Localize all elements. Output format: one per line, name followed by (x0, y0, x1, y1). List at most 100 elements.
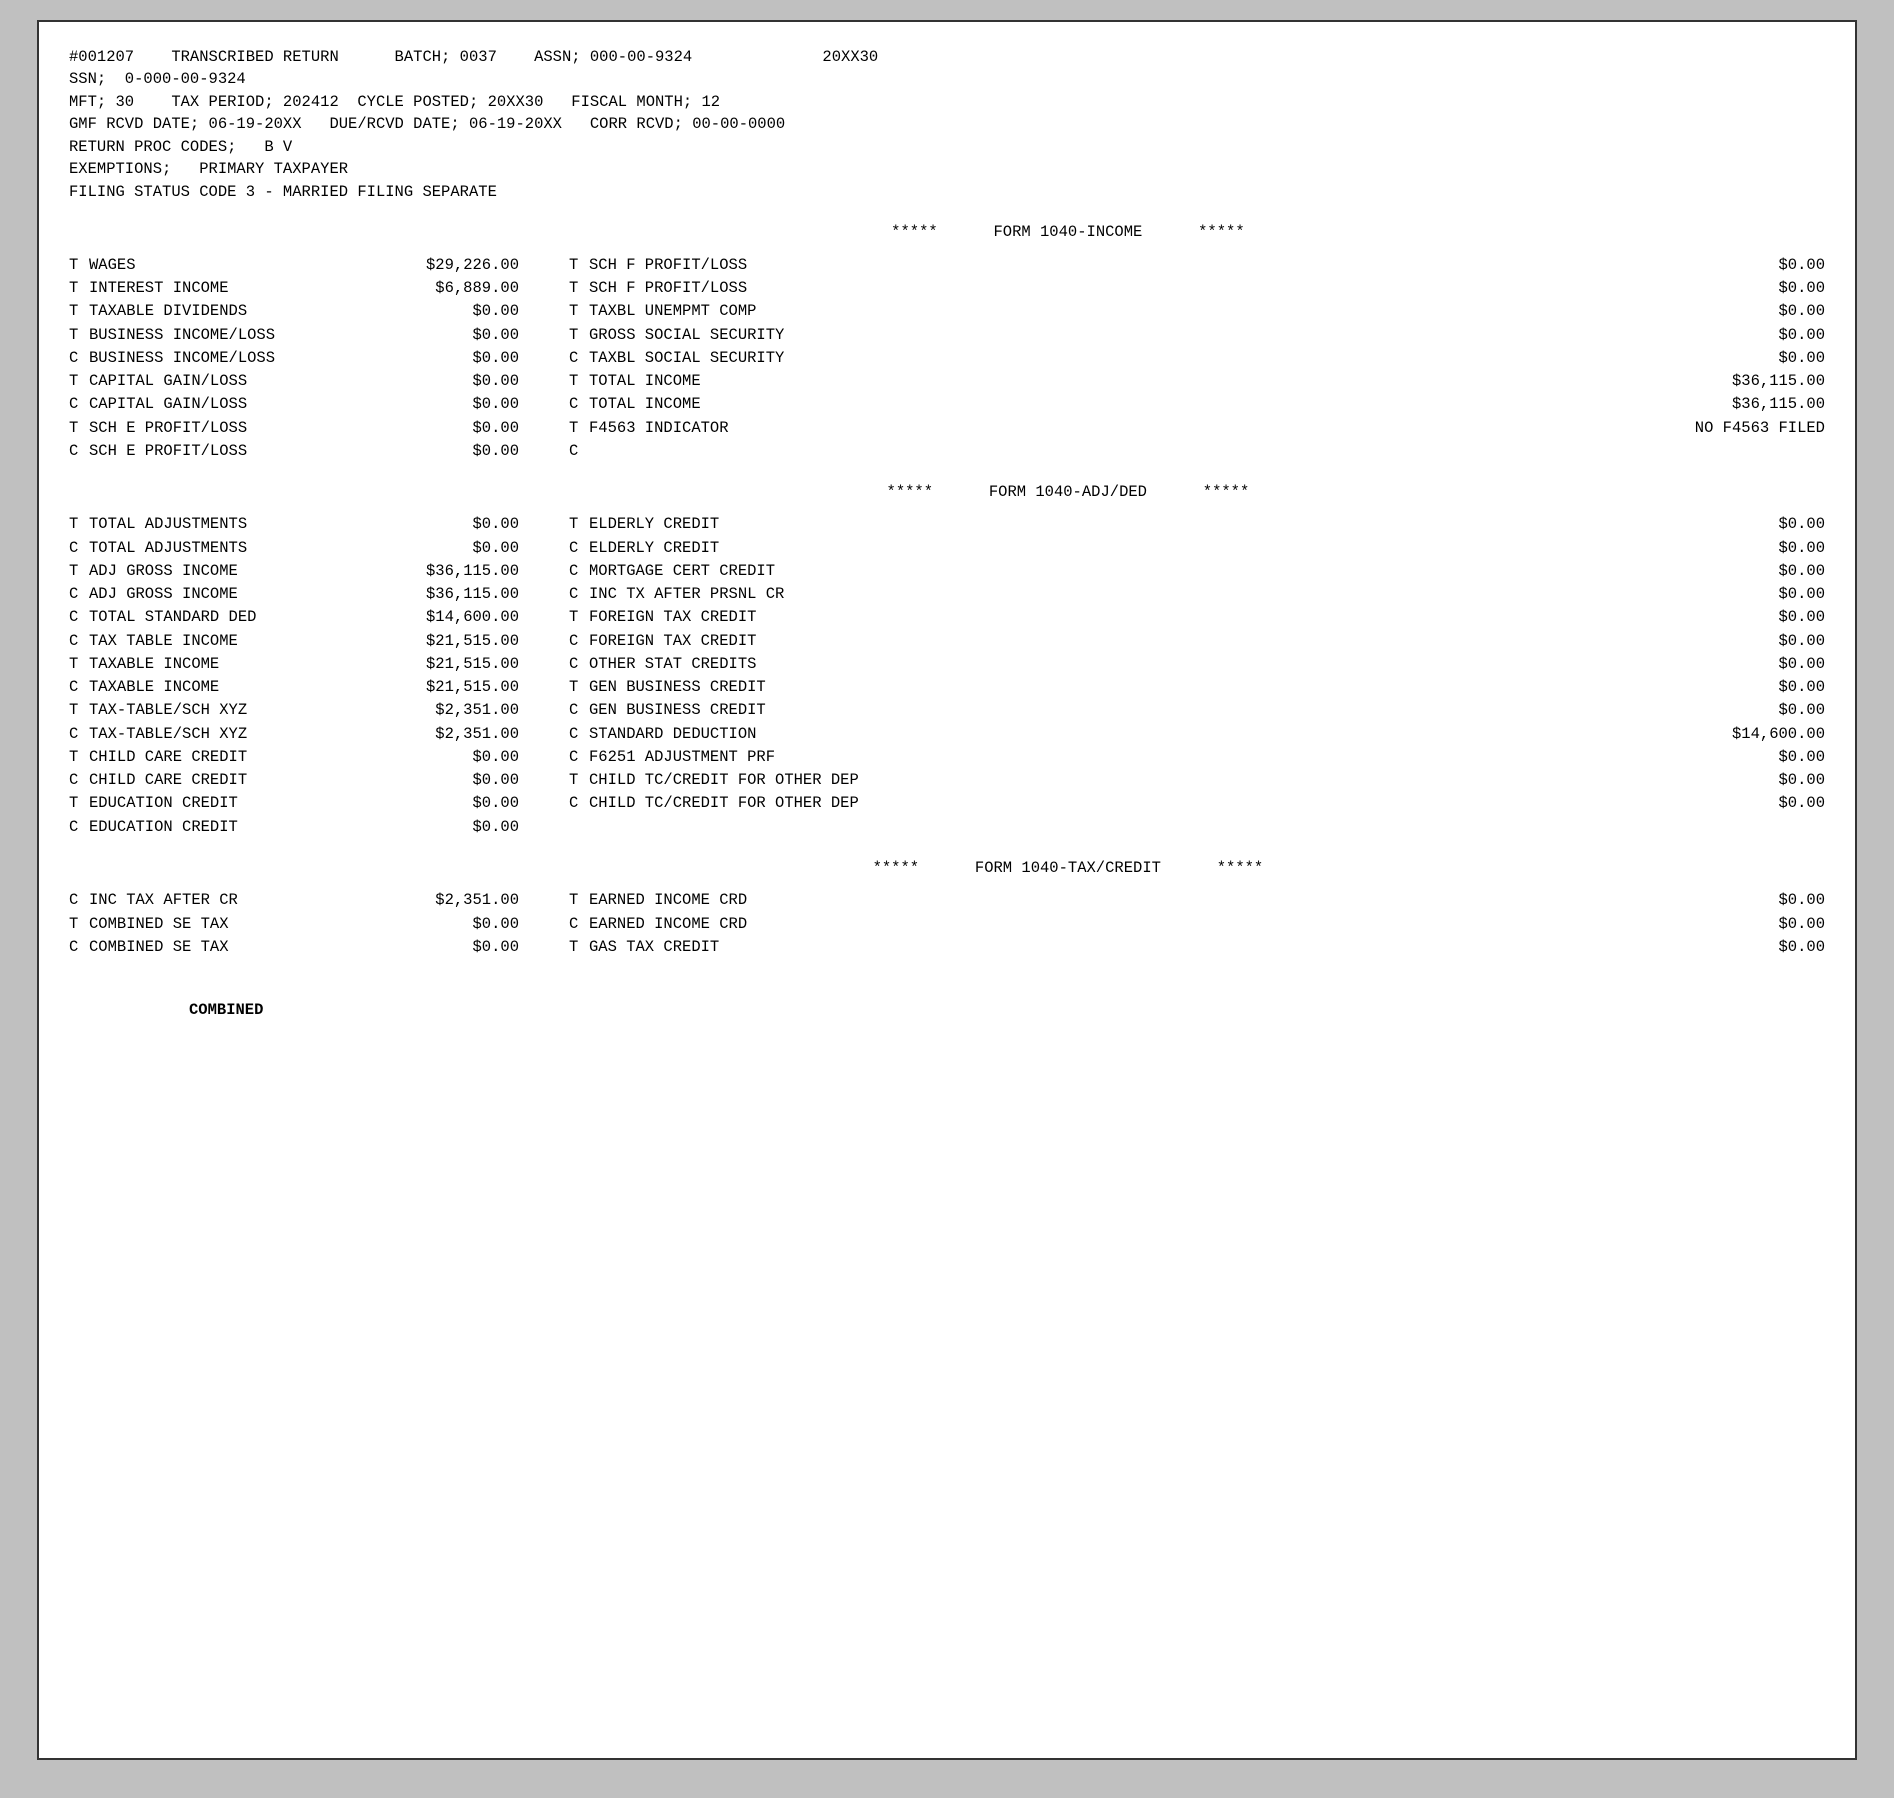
label-right: TAXBL UNEMPMT COMP (589, 300, 1625, 323)
value-left: $0.00 (389, 769, 519, 792)
value-left: $0.00 (389, 816, 519, 839)
header-line-1: #001207 TRANSCRIBED RETURN BATCH; 0037 A… (69, 46, 1825, 68)
tc-code-right: C (569, 913, 589, 936)
value-right: $0.00 (1625, 254, 1825, 277)
tc-code-left: T (69, 746, 89, 769)
table-row: TWAGES$29,226.00TSCH F PROFIT/LOSS$0.00 (69, 254, 1825, 277)
label-left: TOTAL ADJUSTMENTS (89, 537, 389, 560)
value-right: $0.00 (1625, 537, 1825, 560)
tc-code-right: C (569, 723, 589, 746)
value-right: $0.00 (1625, 324, 1825, 347)
table-row: TINTEREST INCOME$6,889.00TSCH F PROFIT/L… (69, 277, 1825, 300)
label-left: TAXABLE INCOME (89, 676, 389, 699)
tc-code-right: C (569, 537, 589, 560)
label-right: GEN BUSINESS CREDIT (589, 676, 1625, 699)
table-row: CEDUCATION CREDIT$0.00 (69, 816, 1825, 839)
label-left: TAX-TABLE/SCH XYZ (89, 699, 389, 722)
tc-code-right: C (569, 630, 589, 653)
label-left: BUSINESS INCOME/LOSS (89, 347, 389, 370)
value-left: $0.00 (389, 792, 519, 815)
tc-code-left: T (69, 370, 89, 393)
value-left: $0.00 (389, 393, 519, 416)
header-section: #001207 TRANSCRIBED RETURN BATCH; 0037 A… (69, 46, 1825, 203)
value-right: NO F4563 FILED (1625, 417, 1825, 440)
label-left: EDUCATION CREDIT (89, 792, 389, 815)
value-right: $0.00 (1625, 630, 1825, 653)
value-right: $0.00 (1625, 936, 1825, 959)
tc-code-left: T (69, 699, 89, 722)
value-left: $0.00 (389, 936, 519, 959)
header-line-5: RETURN PROC CODES; B V (69, 136, 1825, 158)
tc-code-left: T (69, 254, 89, 277)
value-left: $21,515.00 (389, 653, 519, 676)
table-row: CINC TAX AFTER CR$2,351.00TEARNED INCOME… (69, 889, 1825, 912)
value-left: $0.00 (389, 746, 519, 769)
value-left: $0.00 (389, 370, 519, 393)
table-row: TTAX-TABLE/SCH XYZ$2,351.00CGEN BUSINESS… (69, 699, 1825, 722)
tc-code-left: C (69, 347, 89, 370)
header-line-3: MFT; 30 TAX PERIOD; 202412 CYCLE POSTED;… (69, 91, 1825, 113)
tc-code-left: T (69, 913, 89, 936)
label-right: TOTAL INCOME (589, 370, 1625, 393)
tc-code-right: T (569, 513, 589, 536)
value-right: $0.00 (1625, 583, 1825, 606)
table-row: CSCH E PROFIT/LOSS$0.00C (69, 440, 1825, 463)
tc-code-right: T (569, 254, 589, 277)
table-row: CTOTAL ADJUSTMENTS$0.00CELDERLY CREDIT$0… (69, 537, 1825, 560)
tc-code-left: C (69, 583, 89, 606)
value-right: $0.00 (1625, 913, 1825, 936)
value-right: $0.00 (1625, 560, 1825, 583)
label-right: STANDARD DEDUCTION (589, 723, 1625, 746)
label-right: OTHER STAT CREDITS (589, 653, 1625, 676)
table-row: CTOTAL STANDARD DED$14,600.00TFOREIGN TA… (69, 606, 1825, 629)
tc-code-left: C (69, 936, 89, 959)
value-left: $0.00 (389, 347, 519, 370)
tc-code-left: C (69, 440, 89, 463)
value-right: $0.00 (1625, 606, 1825, 629)
value-right: $0.00 (1625, 792, 1825, 815)
label-right: MORTGAGE CERT CREDIT (589, 560, 1625, 583)
value-left: $21,515.00 (389, 630, 519, 653)
tc-code-left: C (69, 393, 89, 416)
tc-code-right: C (569, 583, 589, 606)
label-right: INC TX AFTER PRSNL CR (589, 583, 1625, 606)
value-left: $21,515.00 (389, 676, 519, 699)
value-left: $0.00 (389, 300, 519, 323)
label-left: CAPITAL GAIN/LOSS (89, 370, 389, 393)
table-row: TCAPITAL GAIN/LOSS$0.00TTOTAL INCOME$36,… (69, 370, 1825, 393)
value-left: $2,351.00 (389, 889, 519, 912)
value-left: $2,351.00 (389, 723, 519, 746)
value-left: $0.00 (389, 913, 519, 936)
label-left: TOTAL STANDARD DED (89, 606, 389, 629)
value-left: $36,115.00 (389, 560, 519, 583)
header-line-2: SSN; 0-000-00-9324 (69, 68, 1825, 90)
table-row: CTAXABLE INCOME$21,515.00TGEN BUSINESS C… (69, 676, 1825, 699)
label-right: F6251 ADJUSTMENT PRF (589, 746, 1625, 769)
income-section-title: ***** FORM 1040-INCOME ***** (69, 221, 1825, 243)
value-left: $0.00 (389, 417, 519, 440)
label-right: CHILD TC/CREDIT FOR OTHER DEP (589, 792, 1625, 815)
value-right: $0.00 (1625, 699, 1825, 722)
tc-code-left: T (69, 417, 89, 440)
table-row: TSCH E PROFIT/LOSS$0.00TF4563 INDICATORN… (69, 417, 1825, 440)
table-row: TTAXABLE DIVIDENDS$0.00TTAXBL UNEMPMT CO… (69, 300, 1825, 323)
footer-area: COMBINED (69, 999, 1825, 1021)
table-row: TCOMBINED SE TAX$0.00CEARNED INCOME CRD$… (69, 913, 1825, 936)
value-left: $0.00 (389, 324, 519, 347)
label-left: COMBINED SE TAX (89, 936, 389, 959)
taxcredit-section-title: ***** FORM 1040-TAX/CREDIT ***** (69, 857, 1825, 879)
value-left: $6,889.00 (389, 277, 519, 300)
value-right: $0.00 (1625, 769, 1825, 792)
table-row: CCOMBINED SE TAX$0.00TGAS TAX CREDIT$0.0… (69, 936, 1825, 959)
tc-code-right: T (569, 606, 589, 629)
tc-code-right: C (569, 653, 589, 676)
table-row: TTAXABLE INCOME$21,515.00COTHER STAT CRE… (69, 653, 1825, 676)
label-right: GROSS SOCIAL SECURITY (589, 324, 1625, 347)
tc-code-left: C (69, 630, 89, 653)
tc-code-left: T (69, 324, 89, 347)
tc-code-left: T (69, 792, 89, 815)
label-left: COMBINED SE TAX (89, 913, 389, 936)
tc-code-right: T (569, 676, 589, 699)
value-left: $36,115.00 (389, 583, 519, 606)
tc-code-right: C (569, 746, 589, 769)
